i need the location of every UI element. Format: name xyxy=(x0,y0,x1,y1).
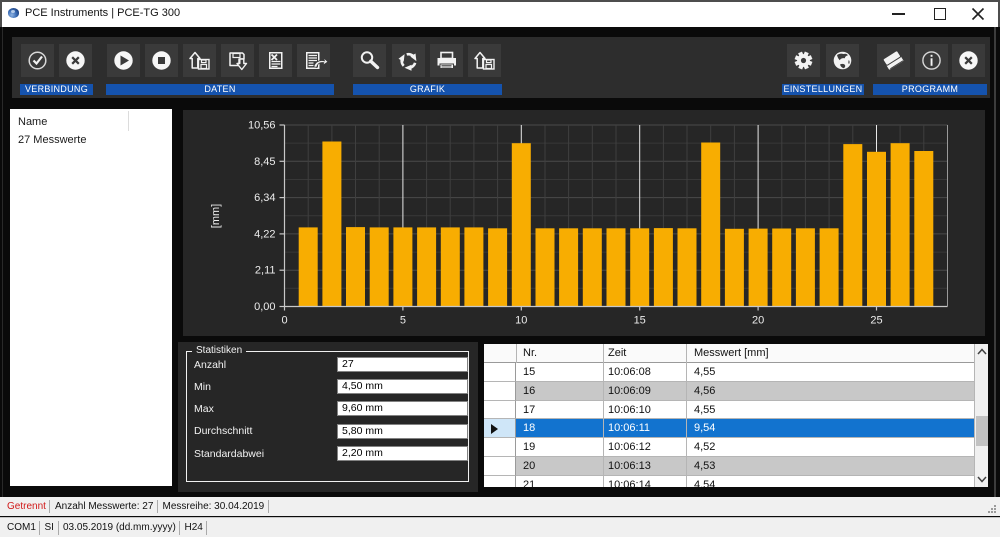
svg-text:4,22: 4,22 xyxy=(254,228,275,240)
svg-text:[mm]: [mm] xyxy=(210,204,222,228)
svg-text:0,00: 0,00 xyxy=(254,301,275,313)
svg-text:25: 25 xyxy=(870,315,882,327)
svg-text:2,11: 2,11 xyxy=(255,265,276,277)
svg-text:6,34: 6,34 xyxy=(254,192,275,204)
svg-text:15: 15 xyxy=(634,315,646,327)
svg-text:0: 0 xyxy=(281,315,287,327)
svg-text:10: 10 xyxy=(515,315,527,327)
svg-text:10,56: 10,56 xyxy=(248,120,276,132)
svg-text:5: 5 xyxy=(400,315,406,327)
svg-text:8,45: 8,45 xyxy=(254,156,275,168)
svg-text:20: 20 xyxy=(752,315,764,327)
